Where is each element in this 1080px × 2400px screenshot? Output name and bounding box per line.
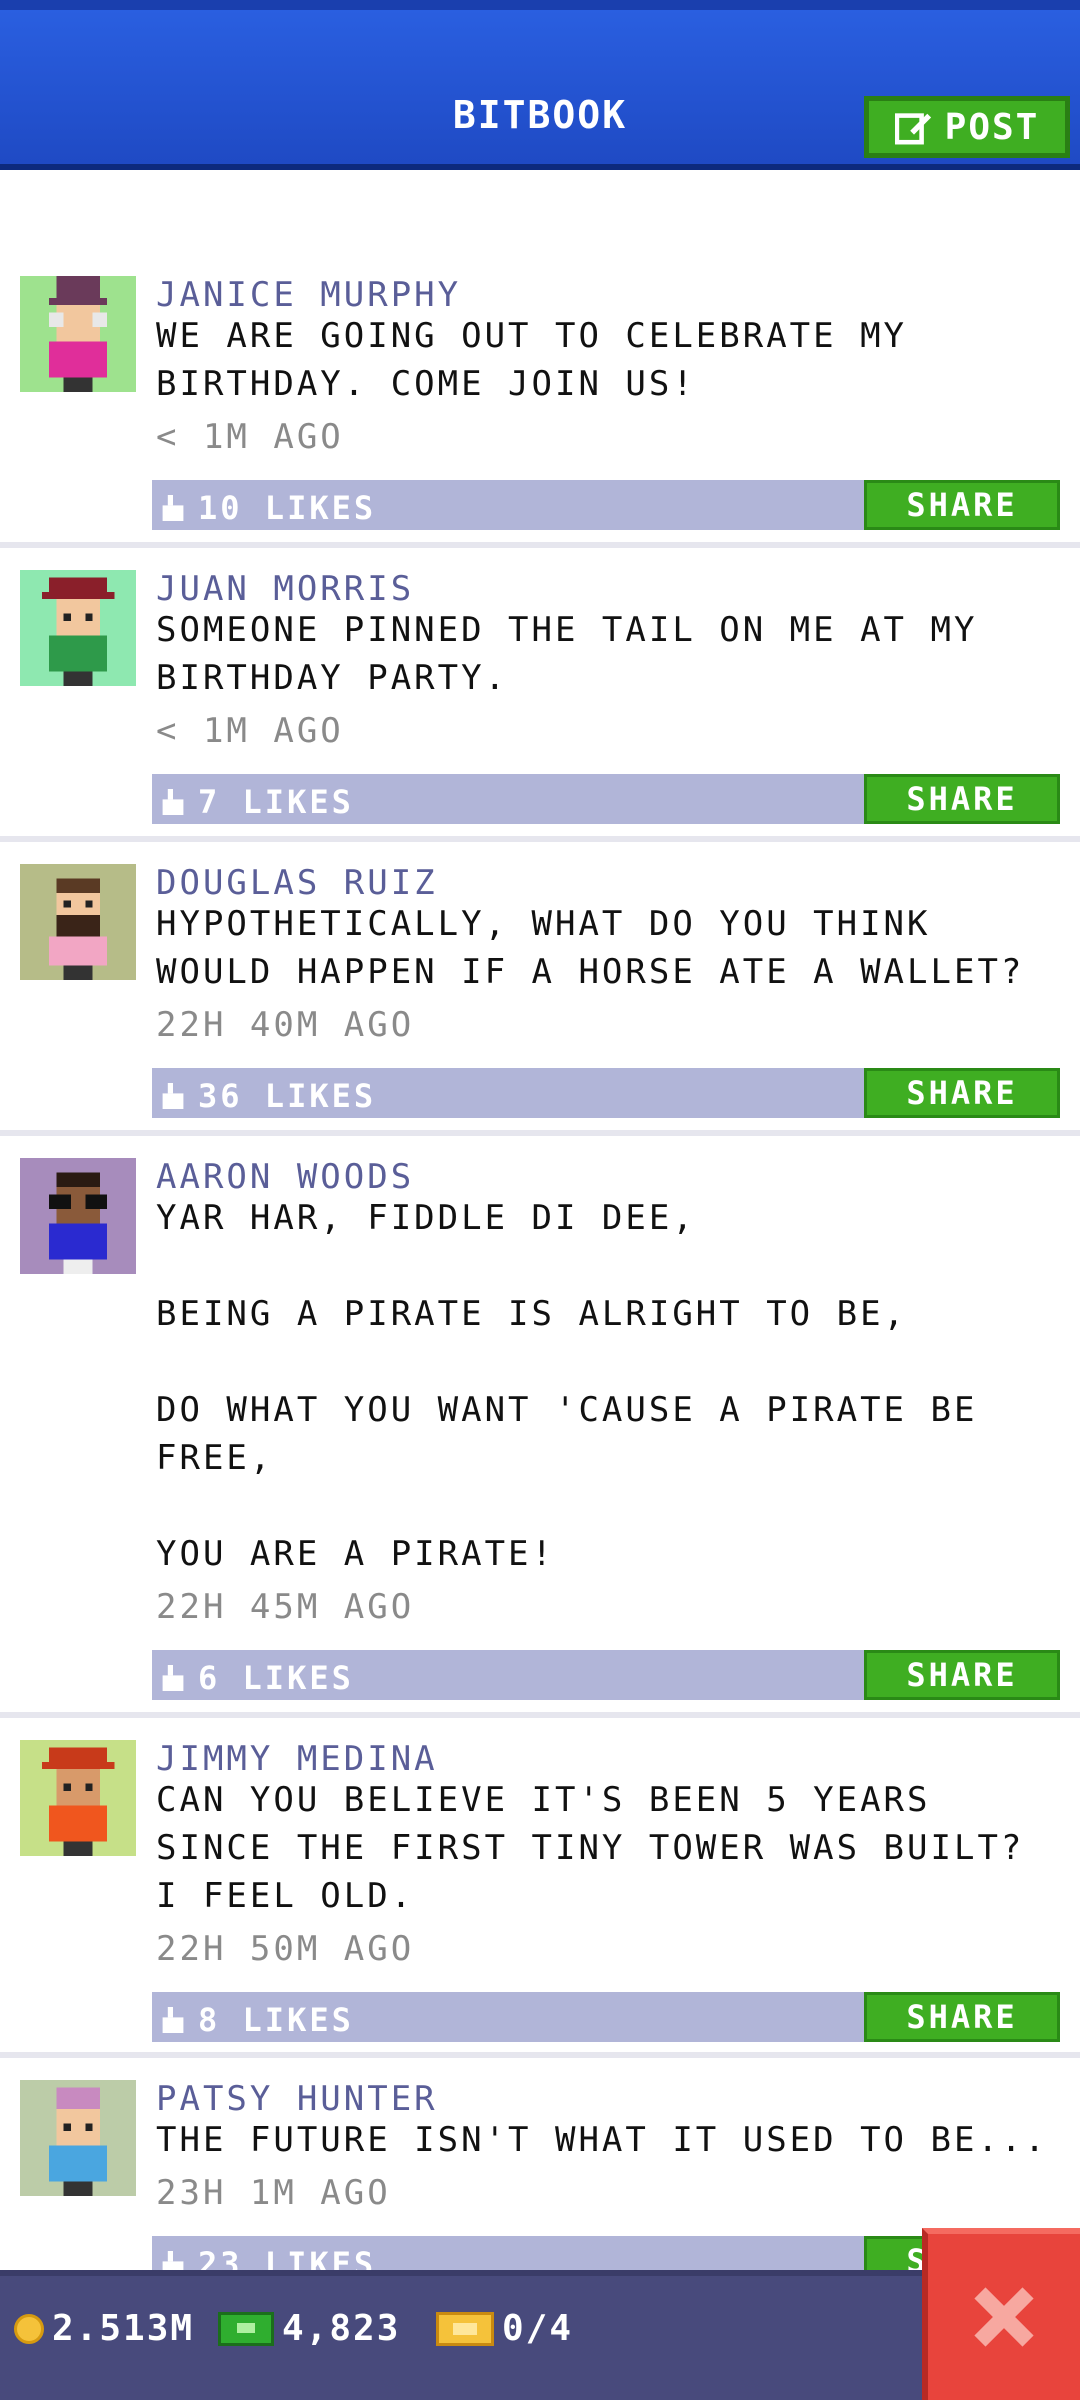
coins-stat: 2.513M: [14, 2308, 194, 2349]
bux-stat: 4,823: [218, 2308, 400, 2349]
post-text: WE ARE GOING OUT TO CELEBRATE MY BIRTHDA…: [156, 316, 931, 404]
ticket-icon: [436, 2311, 494, 2346]
close-button[interactable]: [922, 2228, 1080, 2400]
post-author[interactable]: JIMMY MEDINA: [156, 1742, 438, 1776]
avatar-icon: [41, 1747, 115, 1856]
avatar[interactable]: [20, 276, 136, 392]
avatar[interactable]: [20, 1158, 136, 1274]
thumb-up-icon: [162, 2007, 184, 2033]
share-button[interactable]: SHARE: [864, 1992, 1060, 2042]
post-time: < 1M AGO: [156, 711, 344, 751]
like-button[interactable]: 36 LIKES: [160, 1077, 376, 1115]
post-author[interactable]: PATSY HUNTER: [156, 2082, 438, 2116]
avatar[interactable]: [20, 1740, 136, 1856]
like-bar: 7 LIKES SHARE: [152, 774, 1060, 824]
like-bar: 36 LIKES SHARE: [152, 1068, 1060, 1118]
avatar-icon: [49, 1172, 107, 1274]
bux-value: 4,823: [282, 2308, 401, 2349]
like-button[interactable]: 10 LIKES: [160, 489, 376, 527]
post-divider: [0, 2052, 1080, 2058]
coin-icon: [14, 2313, 44, 2344]
feed-list[interactable]: JANICE MURPHY WE ARE GOING OUT TO CELEBR…: [0, 170, 1080, 2270]
post-author[interactable]: JUAN MORRIS: [156, 572, 414, 606]
avatar-icon: [41, 577, 115, 686]
compose-icon: [894, 113, 931, 145]
avatar[interactable]: [20, 570, 136, 686]
post-divider: [0, 1130, 1080, 1136]
like-bar: 10 LIKES SHARE: [152, 480, 1060, 530]
like-button[interactable]: 23 LIKES: [160, 2245, 376, 2270]
avatar[interactable]: [20, 2080, 136, 2196]
thumb-up-icon: [162, 1083, 184, 1109]
thumb-up-icon: [162, 1665, 184, 1691]
post-time: 22H 45M AGO: [156, 1587, 415, 1627]
post-author[interactable]: DOUGLAS RUIZ: [156, 866, 438, 900]
like-count: 7 LIKES: [198, 783, 354, 821]
share-button[interactable]: SHARE: [864, 1650, 1060, 1700]
close-icon: [974, 2287, 1034, 2347]
bux-icon: [218, 2311, 274, 2346]
share-button[interactable]: SHARE: [864, 774, 1060, 824]
like-count: 23 LIKES: [198, 2245, 377, 2270]
post-divider: [0, 542, 1080, 548]
avatar-icon: [49, 2087, 107, 2196]
thumb-up-icon: [162, 789, 184, 815]
tickets-stat: 0/4: [436, 2308, 573, 2349]
post-text: YAR HAR, FIDDLE DI DEE, BEING A PIRATE I…: [156, 1198, 978, 1574]
thumb-up-icon: [162, 2251, 184, 2270]
like-count: 36 LIKES: [198, 1077, 377, 1115]
like-count: 6 LIKES: [198, 1659, 354, 1697]
app-header: BITBOOK POST: [0, 0, 1080, 170]
like-button[interactable]: 7 LIKES: [160, 783, 354, 821]
thumb-up-icon: [162, 495, 184, 521]
share-button[interactable]: SHARE: [864, 1068, 1060, 1118]
post-author[interactable]: AARON WOODS: [156, 1160, 414, 1194]
coins-value: 2.513M: [52, 2308, 195, 2349]
like-bar: 8 LIKES SHARE: [152, 1992, 1060, 2042]
post-author[interactable]: JANICE MURPHY: [156, 278, 461, 312]
post-text: THE FUTURE ISN'T WHAT IT USED TO BE...: [156, 2120, 1048, 2160]
tickets-value: 0/4: [502, 2308, 574, 2349]
post-text: SOMEONE PINNED THE TAIL ON ME AT MY BIRT…: [156, 610, 1001, 698]
post-time: 22H 50M AGO: [156, 1929, 415, 1969]
avatar-icon: [49, 276, 107, 392]
post-button[interactable]: POST: [864, 96, 1070, 158]
like-button[interactable]: 8 LIKES: [160, 2001, 354, 2039]
post-text: CAN YOU BELIEVE IT'S BEEN 5 YEARS SINCE …: [156, 1780, 1048, 1916]
like-count: 10 LIKES: [198, 489, 377, 527]
post-text: HYPOTHETICALLY, WHAT DO YOU THINK WOULD …: [156, 904, 1025, 992]
avatar-icon: [49, 878, 107, 980]
post-divider: [0, 1712, 1080, 1718]
post-time: 23H 1M AGO: [156, 2173, 391, 2213]
like-count: 8 LIKES: [198, 2001, 354, 2039]
post-divider: [0, 836, 1080, 842]
like-bar: 6 LIKES SHARE: [152, 1650, 1060, 1700]
currency-bar: 2.513M 4,823 0/4: [0, 2270, 1080, 2400]
post-time: 22H 40M AGO: [156, 1005, 415, 1045]
post-time: < 1M AGO: [156, 417, 344, 457]
share-button[interactable]: SHARE: [864, 480, 1060, 530]
like-button[interactable]: 6 LIKES: [160, 1659, 354, 1697]
avatar[interactable]: [20, 864, 136, 980]
post-button-label: POST: [944, 106, 1040, 148]
